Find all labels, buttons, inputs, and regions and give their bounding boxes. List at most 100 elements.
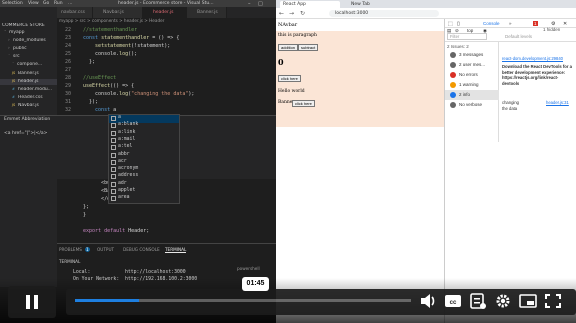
tree-item-header[interactable]: JS header.js — [0, 79, 57, 85]
console-sidebar-item[interactable]: No verbose — [445, 100, 499, 110]
tab-navbar-js[interactable]: Navbar.js — [93, 7, 143, 18]
tree-label: header.js — [18, 79, 39, 84]
browser-tab-new-tab[interactable]: New Tab — [348, 1, 408, 8]
sidebar-item-label: 2 info — [459, 92, 471, 97]
line-number: 26 — [64, 59, 71, 65]
console-sidebar-item[interactable]: 2 info — [445, 90, 499, 100]
pause-icon — [26, 295, 38, 309]
browser-window: React App New Tab ← → ↻ localhost:3000 N… — [276, 0, 576, 323]
miniplayer-button[interactable] — [518, 290, 538, 312]
inspect-icon[interactable]: ⬚ — [448, 21, 453, 27]
close-icon[interactable]: ✕ — [563, 21, 567, 27]
window-title: header.js - Ecommerce store - Visual Stu… — [118, 1, 214, 6]
error-badge[interactable]: 1 — [533, 21, 538, 26]
captions-button[interactable]: cc — [443, 290, 463, 312]
suggestion-label: a — [118, 115, 121, 120]
tab-terminal[interactable]: TERMINAL — [165, 247, 187, 253]
forward-icon[interactable]: → — [289, 10, 294, 17]
tree-label: Navbar.js — [18, 103, 39, 108]
settings-button[interactable] — [493, 290, 513, 312]
url-field[interactable]: localhost:3000 — [329, 10, 439, 17]
tree-item-src[interactable]: ˅ src — [0, 54, 57, 60]
tab-output[interactable]: OUTPUT — [97, 247, 114, 252]
code-text: console.log(); — [83, 51, 138, 57]
snippet-icon — [111, 159, 116, 165]
tab-debug-console[interactable]: DEBUG CONSOLE — [123, 247, 160, 252]
log-levels-dropdown[interactable]: Default levels — [505, 34, 532, 39]
address-bar-row: ← → ↻ localhost:3000 — [276, 8, 576, 19]
tree-label: node_modules — [13, 38, 46, 43]
tab-banner-js[interactable]: Banner.js — [187, 7, 227, 18]
volume-button[interactable] — [418, 290, 438, 312]
back-icon[interactable]: ← — [279, 10, 284, 17]
hidden-count: 1 hidden — [543, 27, 561, 32]
addition-button[interactable]: addition — [278, 44, 299, 51]
menu-more[interactable]: … — [68, 1, 73, 6]
tree-item-myapp[interactable]: ˅ myapp — [0, 30, 57, 36]
code-text: //useEffect — [83, 75, 117, 81]
tree-item-navbar[interactable]: JS Navbar.js — [0, 103, 57, 109]
tab-problems[interactable]: PROBLEMS — [59, 247, 82, 252]
code-text: } — [83, 212, 87, 218]
code-text: setstatement(!statement); — [95, 43, 171, 49]
click-here-button[interactable]: click here — [278, 75, 301, 82]
pause-button[interactable] — [8, 286, 56, 318]
device-icon[interactable]: ▯ — [457, 21, 460, 27]
tree-item-components[interactable]: ˅ compone... — [0, 62, 57, 68]
snippet-icon — [111, 196, 116, 202]
snippet-icon — [111, 152, 116, 158]
console-sidebar-item[interactable]: 1 warning — [445, 80, 499, 90]
console-log-source[interactable]: header.js:31 — [546, 100, 569, 105]
captions-icon: cc — [445, 295, 461, 307]
menu-run[interactable]: Run — [54, 1, 63, 6]
paragraph-text: this is paragraph — [278, 33, 317, 38]
progress-fill — [75, 299, 139, 302]
tab-navbar-css[interactable]: navbar.css — [57, 7, 93, 18]
hello-world-text: Hello world — [278, 89, 305, 94]
editor-tabs: navbar.css Navbar.js header.js Banner.js — [57, 7, 276, 18]
suggestion-label: area — [118, 195, 130, 201]
menu-go[interactable]: Go — [43, 1, 49, 6]
subtract-button[interactable]: subtract — [298, 44, 319, 51]
console-filter-input[interactable]: Filter — [447, 33, 487, 40]
chevron-right-icon: › — [8, 38, 10, 43]
snippet-icon — [111, 116, 116, 121]
menu-selection[interactable]: Selection — [2, 1, 23, 6]
suggestion-list[interactable]: a a:blank a:link a:mail a:tel abbr acr acronym a… — [108, 114, 180, 204]
snippet-icon — [111, 167, 116, 173]
level-icon — [450, 92, 456, 98]
suggestion-label: adr — [118, 180, 127, 186]
js-file-icon: JS — [12, 79, 16, 83]
console-sidebar-item[interactable]: 3 messages — [445, 50, 499, 60]
reload-icon[interactable]: ↻ — [300, 10, 305, 17]
tree-item-banner[interactable]: JS Banner.js — [0, 71, 57, 77]
terminal-shell-label[interactable]: powershell — [237, 266, 260, 271]
code-text: useEffect(() => { — [83, 83, 135, 89]
browser-tab-react-app[interactable]: React App — [280, 1, 340, 8]
chevron-down-icon: ˅ — [12, 62, 15, 67]
transcript-button[interactable] — [468, 290, 488, 312]
terminal-local-value[interactable]: http://localhost:3000 — [125, 270, 186, 275]
fullscreen-button[interactable] — [543, 290, 563, 312]
tree-label: public — [13, 46, 27, 51]
tree-item-header-css[interactable]: # Header.css — [0, 95, 57, 101]
suggestion-label: abbr — [118, 151, 130, 157]
console-sidebar-item[interactable]: 2 user mes... — [445, 60, 499, 70]
code-text: //statementhandler — [83, 27, 138, 33]
console-source-link[interactable]: react-dom.development.js:29840 — [502, 56, 563, 61]
tree-item-public[interactable]: › public — [0, 46, 57, 52]
suggestion-item[interactable]: area — [109, 195, 179, 203]
console-sidebar-item[interactable]: No errors — [445, 70, 499, 80]
progress-bar[interactable] — [75, 299, 411, 302]
sidebar-item-label: No verbose — [459, 102, 483, 107]
navbar-text: NAvbar — [278, 22, 298, 28]
tab-header-js[interactable]: header.js — [143, 7, 187, 18]
menu-view[interactable]: View — [28, 1, 39, 6]
tab-console[interactable]: Console — [483, 21, 500, 26]
console-sidebar: 3 messages 2 user mes... No errors 1 warnin… — [445, 42, 499, 142]
banner-click-here-button[interactable]: click here — [292, 100, 315, 107]
chevron-down-icon: ˅ — [4, 30, 7, 35]
more-tabs-icon[interactable]: » — [509, 21, 512, 26]
tree-item-node-modules[interactable]: › node_modules — [0, 38, 57, 44]
tree-item-header-module[interactable]: # header.modu... — [0, 87, 57, 93]
